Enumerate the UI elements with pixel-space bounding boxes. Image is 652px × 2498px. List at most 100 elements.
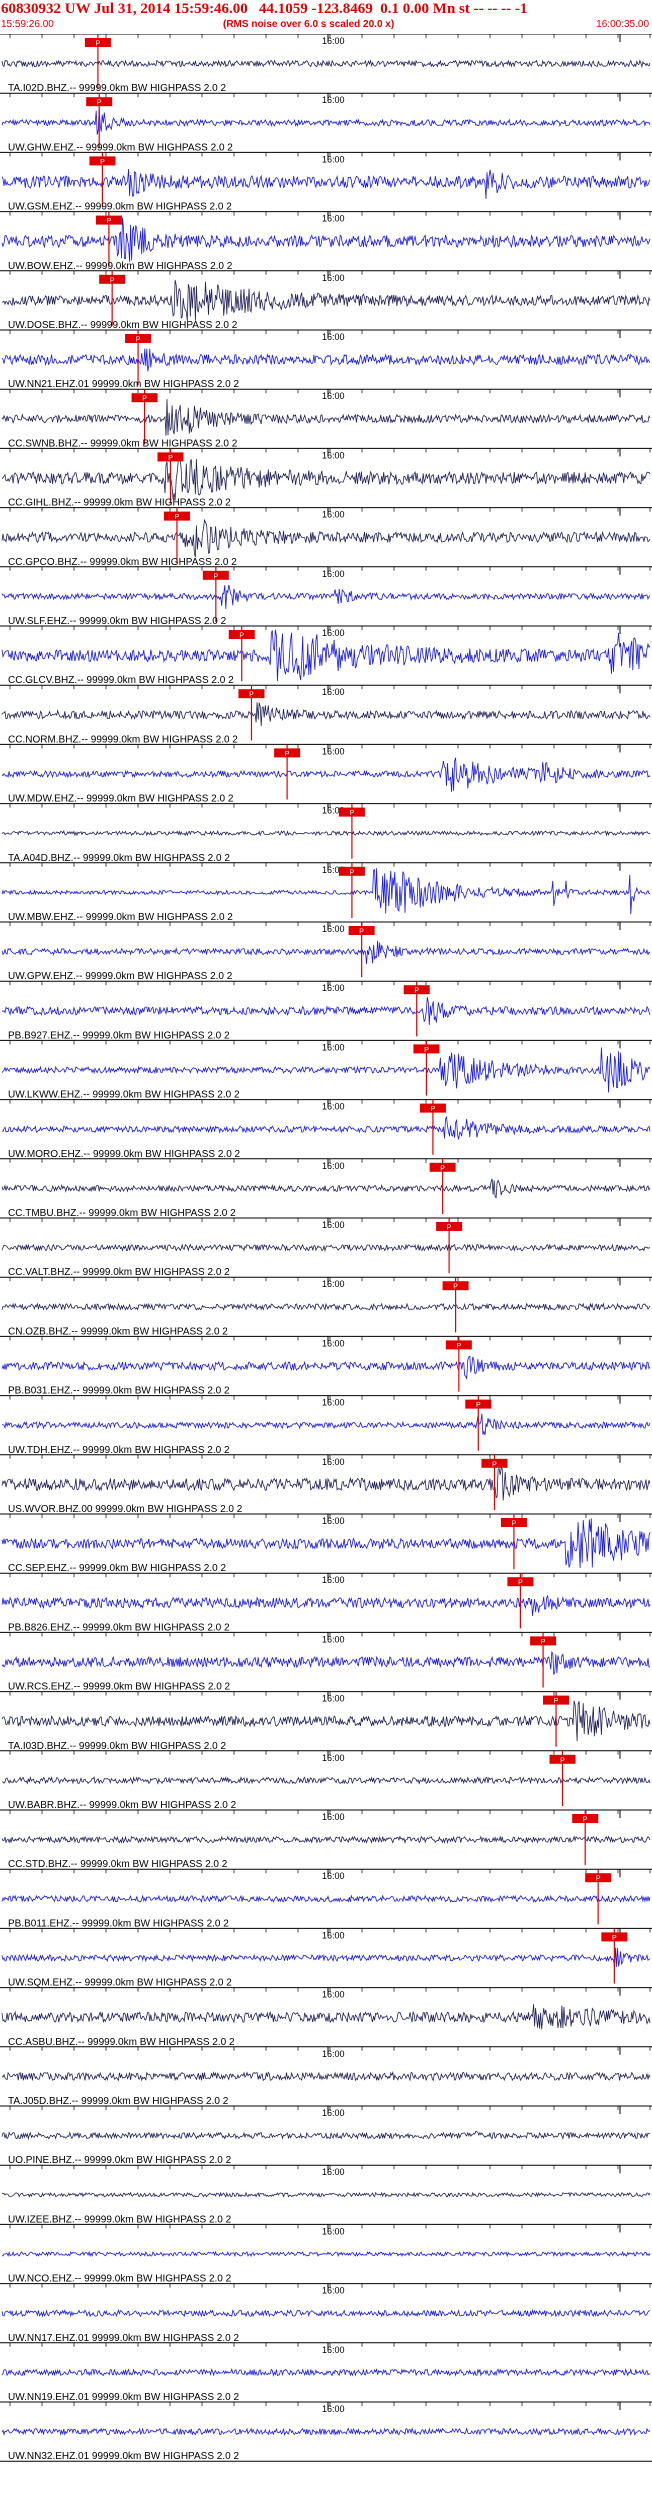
pick-label: P — [560, 1757, 565, 1764]
trace-label: CC.TMBU.BHZ.-- 99999.0km BW HIGHPASS 2.0… — [8, 1208, 236, 1219]
time-tick-label: 16:00 — [322, 1279, 345, 1289]
trace-label: UO.PINE.BHZ.-- 99999.0km BW HIGHPASS 2.0… — [8, 2155, 232, 2166]
pick-label: P — [97, 100, 102, 107]
waveform-trace — [1, 279, 651, 322]
trace-label: UW.TDH.EHZ.-- 99999.0km BW HIGHPASS 2.0 … — [8, 1445, 230, 1456]
trace-label: TA.J05D.BHZ.-- 99999.0km BW HIGHPASS 2.0… — [8, 2096, 229, 2107]
pick-label: P — [518, 1580, 523, 1587]
time-tick-label: 16:00 — [322, 1516, 345, 1526]
trace-label: CC.STD.BHZ.-- 99999.0km BW HIGHPASS 2.0 … — [8, 1859, 228, 1870]
pick-label: P — [492, 1461, 497, 1468]
pick-label: P — [431, 1106, 436, 1113]
trace-label: CC.GLCV.BHZ.-- 99999.0km BW HIGHPASS 2.0… — [8, 675, 234, 686]
waveform-trace — [1, 1947, 651, 1968]
trace-label: UW.NN17.EHZ.01 99999.0km BW HIGHPASS 2.0… — [8, 2333, 239, 2344]
pick-label: P — [285, 751, 290, 758]
trace-label: UW.LKWW.EHZ.-- 99999.0km BW HIGHPASS 2.0… — [8, 1090, 240, 1101]
trace-label: CC.GIHL.BHZ.-- 99999.0km BW HIGHPASS 2.0… — [8, 498, 231, 509]
trace-label: PB.B927.EHZ.-- 99999.0km BW HIGHPASS 2.0… — [8, 1030, 230, 1041]
waveform-trace — [1, 1467, 651, 1501]
seismogram-plot: 16:00 P TA.I02D.BHZ.-- 99999.0km BW HIGHPA… — [0, 34, 652, 2462]
pick-label: P — [175, 514, 180, 521]
trace-label: CC.ASBU.BHZ.-- 99999.0km BW HIGHPASS 2.0… — [8, 2037, 235, 2048]
time-tick-label: 16:00 — [322, 95, 345, 105]
pick-label: P — [239, 633, 244, 640]
pick-label: P — [583, 1817, 588, 1824]
trace-label: TA.I02D.BHZ.-- 99999.0km BW HIGHPASS 2.0… — [8, 83, 226, 94]
trace-label: UW.NN32.EHZ.01 99999.0km BW HIGHPASS 2.0… — [8, 2451, 239, 2462]
pick-label: P — [447, 1225, 452, 1232]
waveform-trace — [1, 702, 651, 727]
pick-label: P — [96, 41, 101, 48]
time-tick-label: 16:00 — [322, 1042, 345, 1052]
time-tick-label: 16:00 — [322, 154, 345, 164]
trace-label: UW.RCS.EHZ.-- 99999.0km BW HIGHPASS 2.0 … — [8, 1682, 231, 1693]
pick-label: P — [457, 1343, 462, 1350]
waveform-trace — [1, 1115, 651, 1140]
waveform-trace — [1, 2427, 651, 2436]
waveform-trace — [1, 1047, 651, 1093]
time-tick-label: 16:00 — [322, 746, 345, 756]
pick-label: P — [214, 573, 219, 580]
trace-label: UW.MORO.EHZ.-- 99999.0km BW HIGHPASS 2.0… — [8, 1149, 241, 1160]
trace-label: UW.GPW.EHZ.-- 99999.0km BW HIGHPASS 2.0 … — [8, 971, 233, 982]
trace-label: PB.B031.EHZ.-- 99999.0km BW HIGHPASS 2.0… — [8, 1386, 230, 1397]
pick-label: P — [350, 810, 355, 817]
pick-label: P — [424, 1047, 429, 1054]
trace-label: CN.OZB.BHZ.-- 99999.0km BW HIGHPASS 2.0 … — [8, 1326, 228, 1337]
trace-label: UW.NCO.EHZ.-- 99999.0km BW HIGHPASS 2.0 … — [8, 2274, 232, 2285]
waveform-trace — [1, 348, 651, 372]
pick-label: P — [541, 1639, 546, 1646]
trace-label: UW.NN21.EHZ.01 99999.0km BW HIGHPASS 2.0… — [8, 379, 239, 390]
time-tick-label: 16:00 — [322, 569, 345, 579]
trace-label: CC.SEP.EHZ.-- 99999.0km BW HIGHPASS 2.0 … — [8, 1563, 226, 1574]
pick-label: P — [414, 988, 419, 995]
waveform-trace — [2, 2250, 651, 2258]
trace-label: PB.B011.EHZ.-- 99999.0km BW HIGHPASS 2.0… — [8, 1918, 229, 1929]
time-tick-label: 16:00 — [322, 1220, 345, 1230]
time-tick-label: 16:00 — [322, 273, 345, 283]
waveform-trace — [1, 1595, 651, 1616]
trace-label: UW.DOSE.BHZ.-- 99999.0km BW HIGHPASS 2.0… — [8, 320, 238, 331]
time-tick-label: 16:00 — [322, 450, 345, 460]
time-tick-label: 16:00 — [322, 1694, 345, 1704]
time-tick-label: 16:00 — [322, 2167, 345, 2177]
time-tick-label: 16:00 — [322, 1990, 345, 2000]
time-tick-label: 16:00 — [322, 628, 345, 638]
waveform-trace — [1, 399, 651, 436]
waveform-trace — [1, 584, 651, 609]
pick-label: P — [612, 1935, 617, 1942]
trace-label: UW.GHW.EHZ.-- 99999.0km BW HIGHPASS 2.0 … — [8, 142, 233, 153]
trace-label: UW.MBW.EHZ.-- 99999.0km BW HIGHPASS 2.0 … — [8, 912, 233, 923]
pick-label: P — [350, 869, 355, 876]
start-time: 15:59:26.00 — [1, 19, 54, 30]
waveform-trace — [1, 1835, 651, 1845]
waveform-trace — [1, 1651, 651, 1675]
waveform-trace — [1, 868, 651, 915]
waveform-trace — [1, 59, 651, 69]
time-tick-label: 16:00 — [322, 510, 345, 520]
time-tick-label: 16:00 — [322, 1871, 345, 1881]
waveform-trace — [1, 1178, 651, 1199]
pick-label: P — [554, 1698, 559, 1705]
time-tick-label: 16:00 — [322, 2226, 345, 2236]
trace-label: CC.NORM.BHZ.-- 99999.0km BW HIGHPASS 2.0… — [8, 734, 238, 745]
waveform-trace — [1, 2070, 651, 2082]
pick-label: P — [440, 1165, 445, 1172]
trace-label: TA.I03D.BHZ.-- 99999.0km BW HIGHPASS 2.0… — [8, 1741, 226, 1752]
waveform-trace — [1, 940, 651, 965]
time-tick-label: 16:00 — [322, 2404, 345, 2414]
waveform-trace — [1, 2130, 651, 2141]
trace-label: UW.BABR.BHZ.-- 99999.0km BW HIGHPASS 2.0… — [8, 1800, 237, 1811]
waveform-trace — [1, 1413, 651, 1436]
time-tick-label: 16:00 — [322, 332, 345, 342]
waveform-trace — [1, 2004, 651, 2030]
trace-label: CC.VALT.BHZ.-- 99999.0km BW HIGHPASS 2.0… — [8, 1267, 230, 1278]
time-tick-label: 16:00 — [322, 687, 345, 697]
waveform-trace — [1, 1302, 651, 1312]
time-tick-label: 16:00 — [322, 1812, 345, 1822]
trace-label: US.WVOR.BHZ.00 99999.0km BW HIGHPASS 2.0… — [8, 1504, 243, 1515]
trace-label: PB.B826.EHZ.-- 99999.0km BW HIGHPASS 2.0… — [8, 1622, 230, 1633]
waveform-trace — [1, 1700, 651, 1742]
trace-label: UW.BOW.EHZ.-- 99999.0km BW HIGHPASS 2.0 … — [8, 261, 233, 272]
